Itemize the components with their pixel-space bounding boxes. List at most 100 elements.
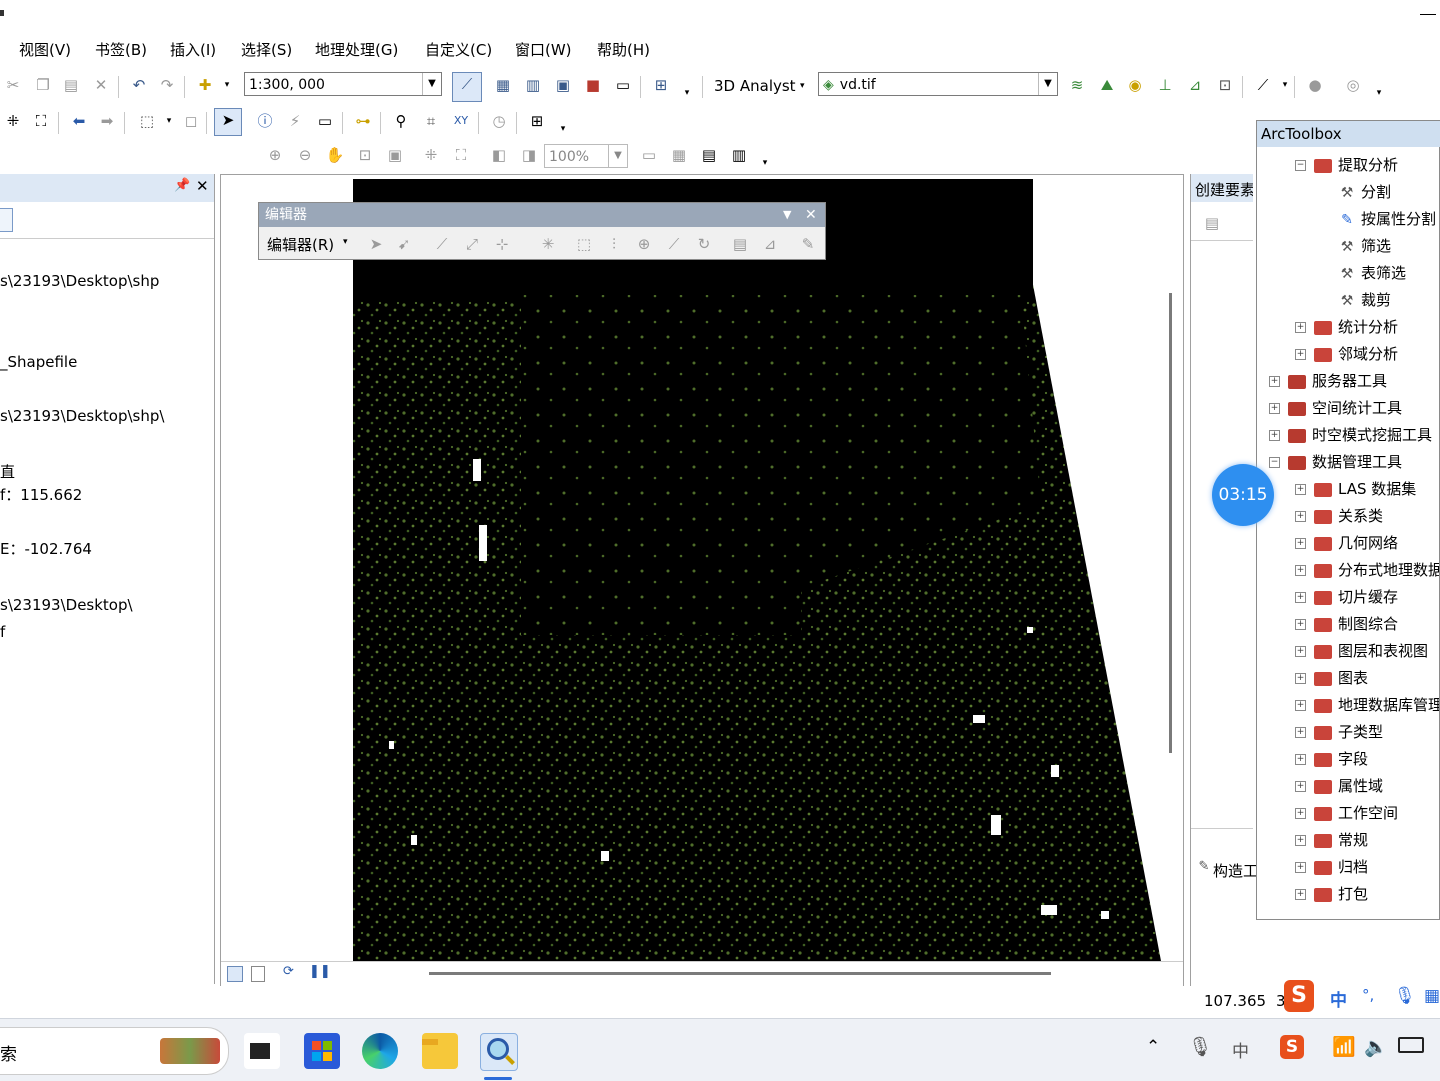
toolbox-tree-item[interactable]: ⚒ 分割 [1339, 180, 1391, 204]
expand-icon[interactable]: + [1295, 781, 1306, 792]
edit-vertices-icon[interactable]: ⬚ [573, 233, 595, 255]
layout-pan-icon[interactable]: ✋ [324, 144, 346, 166]
toolbar-options-icon[interactable]: ▾ [676, 82, 698, 104]
zoom-whole-page-icon[interactable]: ⊡ [354, 144, 376, 166]
line-of-sight-icon[interactable]: ◉ [1124, 74, 1146, 96]
copy-icon[interactable]: ❐ [32, 74, 54, 96]
minimize-icon[interactable] [1420, 14, 1436, 15]
toolbox-tree-item[interactable]: + 字段 [1295, 747, 1368, 771]
focus-data-frame-icon[interactable]: ▦ [668, 144, 690, 166]
show-hidden-icons-icon[interactable]: ⌃ [1146, 1037, 1160, 1057]
toolbox-tree-item[interactable]: + 常规 [1295, 828, 1368, 852]
toolbox-tree-item[interactable]: + 图表 [1295, 666, 1368, 690]
menu-geoprocessing[interactable]: 地理处理(G) [315, 39, 398, 60]
toolbox-tree-item[interactable]: + 几何网络 [1295, 531, 1398, 555]
editor-menu[interactable]: 编辑器(R) [267, 234, 334, 255]
undo-icon[interactable]: ↶ [128, 74, 150, 96]
go-forward-extent-icon[interactable]: ◨ [518, 144, 540, 166]
toolbox-tree-item[interactable]: − 提取分析 [1295, 153, 1398, 177]
profile-dropdown-icon[interactable]: ▾ [1274, 74, 1296, 96]
point-icon[interactable]: ✳ [537, 233, 559, 255]
table-of-contents-icon[interactable]: ▦ [492, 74, 514, 96]
menu-help[interactable]: 帮助(H) [597, 39, 650, 60]
toolbox-tree-item[interactable]: − 数据管理工具 [1269, 450, 1402, 474]
expand-icon[interactable]: + [1295, 592, 1306, 603]
toolbox-tree-item[interactable]: + 分布式地理数据 [1295, 558, 1439, 582]
paste-icon[interactable]: ▤ [60, 74, 82, 96]
list-by-drawing-order-icon[interactable] [0, 208, 13, 232]
search-window-icon[interactable]: ▣ [552, 74, 574, 96]
clear-selection-icon[interactable]: ◻ [180, 110, 202, 132]
chevron-down-icon[interactable]: ▼ [608, 145, 627, 167]
collapse-icon[interactable]: − [1269, 457, 1280, 468]
cut-polygons-icon[interactable]: ⊕ [633, 233, 655, 255]
model-builder-icon[interactable]: ⊞ [650, 74, 672, 96]
hyperlink-icon[interactable]: ⚡ [284, 110, 306, 132]
catalog-icon[interactable]: ▥ [522, 74, 544, 96]
arcscene-icon[interactable]: ● [1304, 74, 1326, 96]
split-icon[interactable]: ⟋ [663, 233, 685, 255]
ime-punctuation[interactable]: °, [1362, 986, 1374, 1004]
expand-icon[interactable]: + [1269, 376, 1280, 387]
find-route-icon[interactable]: ⌗ [420, 110, 442, 132]
sogou-ime-icon[interactable]: S [1284, 980, 1314, 1012]
edge-browser-icon[interactable] [362, 1033, 398, 1069]
toolbox-tree-item[interactable]: + 工作空间 [1295, 801, 1398, 825]
collapse-icon[interactable]: − [1295, 160, 1306, 171]
python-window-icon[interactable]: ▭ [612, 74, 634, 96]
editor-title-bar[interactable]: 编辑器 ▼ ✕ [259, 203, 825, 227]
expand-icon[interactable]: + [1295, 484, 1306, 495]
expand-icon[interactable]: + [1295, 349, 1306, 360]
organize-templates-icon[interactable]: ▤ [1201, 212, 1223, 234]
ime-voice-icon[interactable]: 🎙 [1394, 986, 1416, 1006]
toolbox-tree-item[interactable]: + 子类型 [1295, 720, 1383, 744]
menu-bookmarks[interactable]: 书签(B) [95, 39, 147, 60]
toolbox-tree-item[interactable]: + 时空模式挖掘工具 [1269, 423, 1432, 447]
vertical-scrollbar[interactable] [1169, 293, 1172, 753]
fixed-zoom-out-layout-icon[interactable]: ⛶ [450, 144, 472, 166]
toolbox-tree-item[interactable]: + 图层和表视图 [1295, 639, 1428, 663]
select-elements-icon[interactable]: ➤ [214, 108, 242, 136]
delete-icon[interactable]: ✕ [90, 74, 112, 96]
create-viewer-window-icon[interactable]: ⊞ [526, 110, 548, 132]
sogou-tray-icon[interactable]: S [1280, 1035, 1304, 1059]
menu-insert[interactable]: 插入(I) [170, 39, 216, 60]
map-scale-combo[interactable]: 1:300, 000 ▼ [244, 72, 442, 96]
toolbox-tree-item[interactable]: + 切片缓存 [1295, 585, 1398, 609]
3d-analyst-label[interactable]: 3D Analyst [714, 77, 796, 95]
interpolate-point-icon[interactable]: ⊥ [1154, 74, 1176, 96]
toolbox-tree-item[interactable]: ⚒ 裁剪 [1339, 288, 1391, 312]
attributes-icon[interactable]: ▤ [729, 233, 751, 255]
microsoft-store-icon[interactable] [304, 1033, 340, 1069]
contour-icon[interactable]: ≋ [1066, 74, 1088, 96]
select-features-icon[interactable]: ⬚ [136, 110, 158, 132]
back-icon[interactable]: ⬅ [68, 110, 90, 132]
data-view-icon[interactable] [227, 966, 243, 982]
edit-annotation-icon[interactable]: ➹ [393, 233, 415, 255]
menu-customize[interactable]: 自定义(C) [425, 39, 492, 60]
create-features-icon[interactable]: ✎ [797, 233, 819, 255]
arctoolbox-title-bar[interactable]: ArcToolbox [1257, 121, 1440, 147]
toolbox-tree-item[interactable]: + 统计分析 [1295, 315, 1398, 339]
layer-combo[interactable]: ◈ vd.tif ▼ [818, 72, 1058, 96]
fixed-zoom-in-layout-icon[interactable]: ⁜ [420, 144, 442, 166]
rotate-icon[interactable]: ↻ [693, 233, 715, 255]
pause-icon[interactable]: ❚❚ [309, 964, 331, 979]
redo-icon[interactable]: ↷ [156, 74, 178, 96]
toolbox-tree-item[interactable]: + 打包 [1295, 882, 1368, 906]
expand-icon[interactable]: + [1295, 646, 1306, 657]
toolbar-options-icon-4[interactable]: ▾ [754, 152, 776, 174]
expand-icon[interactable]: + [1295, 754, 1306, 765]
task-view-icon[interactable] [244, 1033, 280, 1069]
find-icon[interactable]: ⚲ [390, 110, 412, 132]
go-back-extent-icon[interactable]: ◧ [488, 144, 510, 166]
expand-icon[interactable]: + [1295, 727, 1306, 738]
horizontal-scrollbar[interactable] [429, 972, 1051, 975]
identify-icon[interactable]: ⓘ [254, 110, 276, 132]
expand-icon[interactable]: + [1295, 511, 1306, 522]
change-layout-icon[interactable]: ▤ [698, 144, 720, 166]
chevron-down-icon[interactable]: ▼ [1038, 73, 1057, 95]
forward-icon[interactable]: ➡ [96, 110, 118, 132]
layout-view-icon[interactable] [251, 966, 265, 982]
pin-icon[interactable]: 📌 [174, 178, 190, 193]
